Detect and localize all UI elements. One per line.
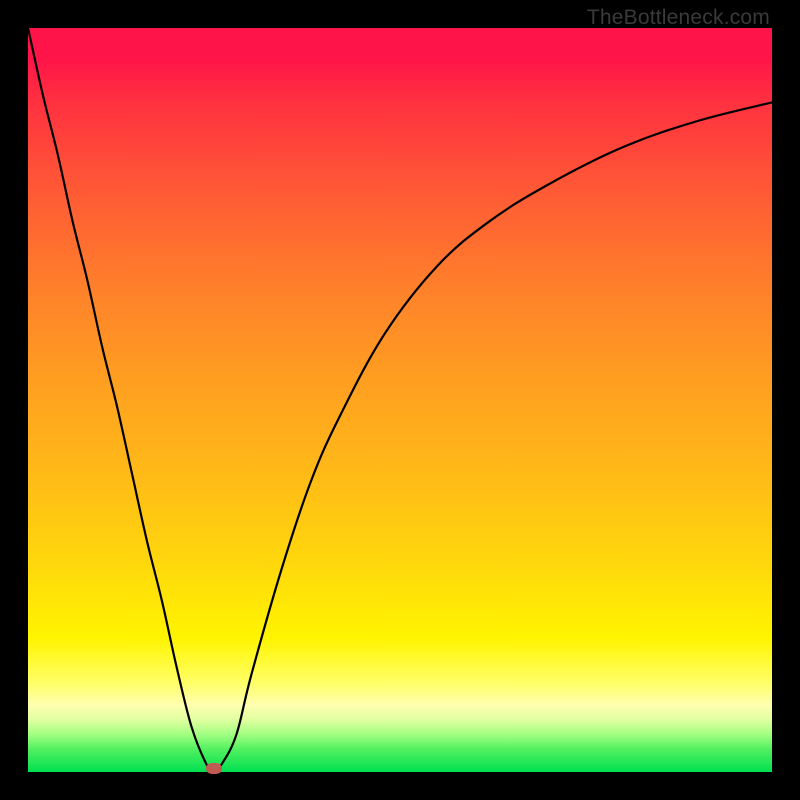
optimal-point-marker: [206, 763, 222, 774]
bottleneck-curve: [28, 28, 772, 772]
watermark-text: TheBottleneck.com: [587, 6, 770, 30]
chart-area: [28, 28, 772, 772]
